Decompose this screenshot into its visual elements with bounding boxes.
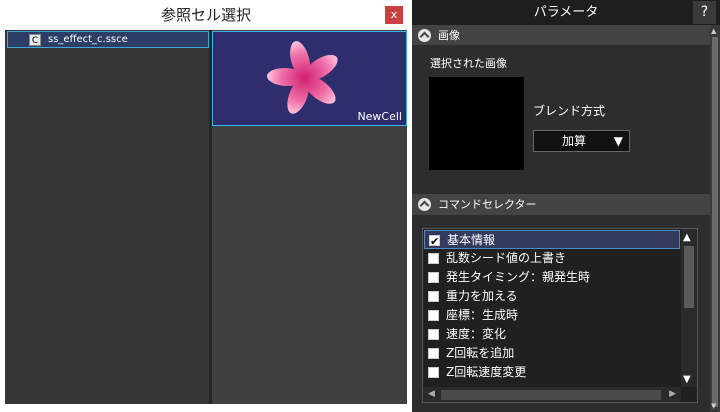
cell-thumbnail[interactable]: NewCell xyxy=(212,31,407,126)
scroll-up-icon[interactable]: ▲ xyxy=(711,27,716,35)
command-item[interactable]: Z回転を追加 xyxy=(424,344,680,363)
cell-name-label: NewCell xyxy=(357,110,402,123)
scroll-down-icon[interactable]: ▼ xyxy=(683,374,691,385)
dropdown-arrow-icon: ▼ xyxy=(613,134,623,148)
command-item[interactable]: 乱数シード値の上書き xyxy=(424,249,680,268)
command-label: 速度：変化 xyxy=(446,327,507,341)
dialog-title: 参照セル選択 xyxy=(160,6,251,24)
collapse-icon[interactable] xyxy=(418,29,431,42)
cell-file-icon: C xyxy=(29,34,41,46)
command-section-header[interactable]: コマンドセレクター xyxy=(412,194,710,215)
blend-mode-value: 加算 xyxy=(562,134,587,148)
checkbox[interactable] xyxy=(428,310,439,321)
checkbox[interactable] xyxy=(428,272,439,283)
scroll-right-icon[interactable]: ▶ xyxy=(669,389,676,399)
command-item[interactable]: 速度：変化 xyxy=(424,325,680,344)
command-label: 発生タイミング：親発生時 xyxy=(446,270,591,284)
blend-mode-select[interactable]: 加算 ▼ xyxy=(533,130,630,152)
scroll-thumb[interactable] xyxy=(712,37,718,407)
command-item[interactable]: 座標：生成時 xyxy=(424,306,680,325)
selected-image-label: 選択された画像 xyxy=(430,57,507,70)
command-item[interactable]: 重力を加える xyxy=(424,287,680,306)
collapse-icon[interactable] xyxy=(418,198,431,211)
command-label: 座標：生成時 xyxy=(446,308,519,322)
scroll-down-icon[interactable]: ▼ xyxy=(711,402,716,410)
command-item[interactable]: 基本情報 xyxy=(424,230,680,251)
command-label: 基本情報 xyxy=(447,233,496,247)
command-label: Z回転を追加 xyxy=(446,346,515,360)
parameter-panel: パラメータ ? 画像 選択された画像 ブレンド方式 加算 ▼ コマンドセレクター… xyxy=(412,0,720,412)
image-section-header[interactable]: 画像 xyxy=(412,25,710,46)
checkbox[interactable] xyxy=(428,348,439,359)
checkbox[interactable] xyxy=(429,232,440,251)
list-vertical-scrollbar[interactable]: ▲ ▼ xyxy=(681,229,697,387)
checkbox[interactable] xyxy=(428,329,439,340)
checkbox[interactable] xyxy=(428,291,439,302)
image-section: 選択された画像 ブレンド方式 加算 ▼ xyxy=(412,45,710,194)
cell-file-item[interactable]: C ss_effect_c.ssce xyxy=(7,31,209,48)
command-label: 乱数シード値の上書き xyxy=(446,251,567,265)
checkbox[interactable] xyxy=(428,367,439,378)
scroll-thumb[interactable] xyxy=(684,246,694,308)
list-horizontal-scrollbar[interactable]: ◀ ▶ xyxy=(423,387,681,402)
cell-file-list[interactable]: C ss_effect_c.ssce xyxy=(5,30,209,404)
panel-vertical-scrollbar[interactable]: ▲ ▼ xyxy=(710,25,720,412)
cell-preview-pane: NewCell xyxy=(212,30,407,404)
reference-cell-dialog: 参照セル選択 x C ss_effect_c.ssce NewCell xyxy=(0,0,412,412)
app-root: 参照セル選択 x C ss_effect_c.ssce NewCell パラメー… xyxy=(0,0,720,412)
command-item[interactable]: Z回転速度変更 xyxy=(424,363,680,382)
command-selector-list[interactable]: 基本情報 乱数シード値の上書き 発生タイミング：親発生時 重力を加える 座標：生… xyxy=(422,228,698,403)
checkbox[interactable] xyxy=(428,253,439,264)
flower-image xyxy=(267,41,338,114)
dialog-body: C ss_effect_c.ssce NewCell xyxy=(5,30,407,404)
command-item[interactable]: 発生タイミング：親発生時 xyxy=(424,268,680,287)
command-label: Z回転速度変更 xyxy=(446,365,527,379)
selected-image-preview xyxy=(429,77,524,170)
close-button[interactable]: x xyxy=(385,6,403,24)
scroll-thumb[interactable] xyxy=(441,390,661,400)
command-section-title: コマンドセレクター xyxy=(438,198,537,211)
scroll-up-icon[interactable]: ▲ xyxy=(683,232,691,243)
help-button[interactable]: ? xyxy=(693,1,716,24)
image-section-title: 画像 xyxy=(438,29,460,42)
command-label: 重力を加える xyxy=(446,289,518,303)
cell-file-name: ss_effect_c.ssce xyxy=(48,34,128,45)
blend-mode-label: ブレンド方式 xyxy=(533,104,606,118)
panel-title: パラメータ xyxy=(412,0,720,25)
scroll-left-icon[interactable]: ◀ xyxy=(428,389,435,399)
